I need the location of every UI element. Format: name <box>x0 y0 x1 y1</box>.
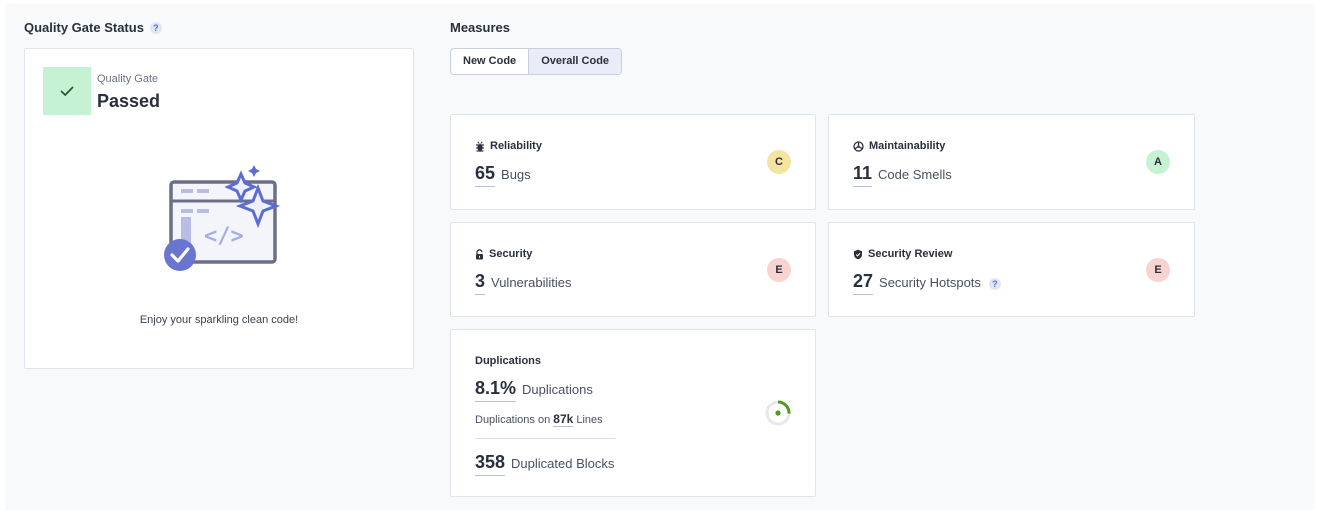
reliability-rating[interactable]: C <box>767 150 791 174</box>
reliability-title: Reliability <box>475 140 542 152</box>
shield-icon <box>854 249 862 259</box>
maintainability-rating[interactable]: A <box>1146 150 1170 174</box>
duplicated-blocks-count[interactable]: 358 <box>475 452 506 476</box>
lock-icon <box>476 248 483 259</box>
security-review-title-text: Security Review <box>868 248 953 260</box>
code-smells-count[interactable]: 11 <box>853 163 873 187</box>
reliability-title-text: Reliability <box>490 140 542 152</box>
security-title-text: Security <box>489 248 533 260</box>
security-review-card: Security Review 27 Security Hotspots ? E <box>828 222 1195 317</box>
passed-check-badge <box>43 67 91 115</box>
help-icon[interactable]: ? <box>988 278 1001 290</box>
vulnerabilities-label: Vulnerabilities <box>491 275 572 290</box>
help-icon[interactable]: ? <box>149 22 162 34</box>
duplicated-lines-info: Duplications on 87k Lines <box>475 412 603 427</box>
duplications-percent[interactable]: 8.1% <box>475 378 517 402</box>
duplications-card: Duplications 8.1% Duplications Duplicati… <box>450 329 816 497</box>
tab-new-code[interactable]: New Code <box>451 49 528 74</box>
security-review-rating[interactable]: E <box>1146 258 1170 282</box>
security-review-title: Security Review <box>853 248 952 260</box>
duplications-dot <box>775 410 781 416</box>
divider <box>475 438 616 439</box>
reliability-card: Reliability 65 Bugs C <box>450 114 816 210</box>
security-value-row: 3 Vulnerabilities <box>475 271 571 295</box>
duplicated-lines-prefix: Duplications on <box>475 414 551 426</box>
reliability-value-row: 65 Bugs <box>475 163 531 187</box>
maintainability-title-text: Maintainability <box>869 140 946 152</box>
maintainability-title: Maintainability <box>853 140 945 152</box>
security-title: Security <box>475 248 532 260</box>
maintainability-card: Maintainability 11 Code Smells A <box>828 114 1195 210</box>
duplicated-lines-suffix: Lines <box>576 414 603 426</box>
quality-gate-label: Quality Gate <box>97 73 159 85</box>
maintainability-icon <box>853 140 864 152</box>
duplicated-blocks-row: 358 Duplicated Blocks <box>475 452 614 476</box>
check-icon <box>60 86 74 96</box>
duplicated-lines-count[interactable]: 87k <box>553 412 574 427</box>
maintainability-value-row: 11 Code Smells <box>853 163 952 187</box>
vulnerabilities-count[interactable]: 3 <box>475 271 486 295</box>
clean-code-illustration: </> <box>164 165 281 271</box>
quality-gate-card: Quality Gate Passed </> Enjoy your spark… <box>24 48 414 369</box>
quality-gate-status: Passed <box>97 91 161 111</box>
tab-overall-code[interactable]: Overall Code <box>528 49 622 74</box>
measures-section-title: Measures <box>450 20 510 35</box>
code-scope-toggle: New Code Overall Code <box>450 48 623 75</box>
security-review-value-row: 27 Security Hotspots ? <box>853 271 1001 295</box>
duplications-value-row: 8.1% Duplications <box>475 378 593 402</box>
security-hotspots-label: Security Hotspots <box>879 275 981 290</box>
code-smells-label: Code Smells <box>878 167 952 182</box>
duplications-label: Duplications <box>522 382 593 397</box>
quality-gate-message: Enjoy your sparkling clean code! <box>139 314 299 326</box>
security-rating[interactable]: E <box>767 258 791 282</box>
quality-gate-title-text: Quality Gate Status <box>24 20 144 35</box>
quality-gate-section-title: Quality Gate Status? <box>24 20 162 35</box>
security-card: Security 3 Vulnerabilities E <box>450 222 816 317</box>
duplications-donut-chart[interactable] <box>765 400 791 426</box>
bugs-label: Bugs <box>501 167 531 182</box>
duplicated-blocks-label: Duplicated Blocks <box>511 456 615 471</box>
bug-icon <box>476 141 484 152</box>
svg-text:</>: </> <box>204 224 244 249</box>
security-hotspots-count[interactable]: 27 <box>853 271 874 295</box>
bugs-count[interactable]: 65 <box>475 163 496 187</box>
duplications-title: Duplications <box>475 355 542 367</box>
